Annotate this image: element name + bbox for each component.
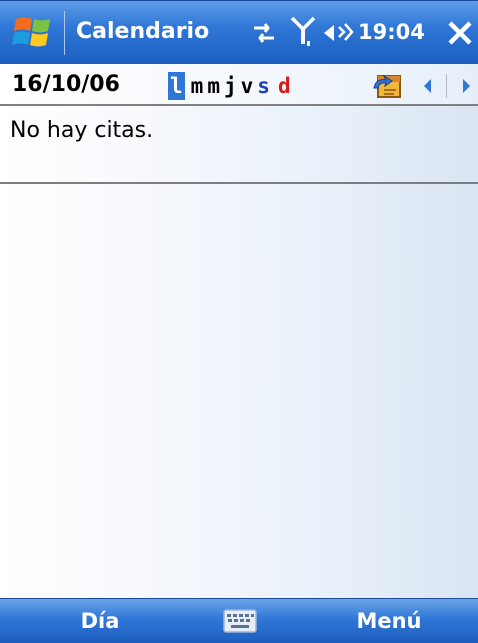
weekday-sunday[interactable]: d	[278, 72, 291, 100]
go-to-today-icon[interactable]	[372, 72, 404, 100]
connectivity-icon[interactable]	[250, 19, 278, 47]
windows-flag-icon[interactable]	[10, 13, 58, 53]
header-separator	[446, 74, 447, 98]
softkey-bar: Día Menú	[0, 598, 478, 643]
right-arrow-icon	[463, 79, 470, 93]
title-bar: Calendario 19:04	[0, 0, 478, 64]
no-appointments-message: No hay citas.	[10, 118, 154, 143]
menu-softkey[interactable]: Menú	[300, 599, 478, 643]
clock[interactable]: 19:04	[358, 17, 425, 47]
weekday-monday[interactable]: l	[168, 72, 185, 100]
speaker-icon[interactable]	[322, 19, 354, 47]
appointments-area[interactable]: No hay citas.	[0, 106, 478, 598]
weekday-wednesday[interactable]: m	[207, 72, 220, 100]
weekday-friday[interactable]: v	[241, 72, 254, 100]
left-arrow-icon	[424, 79, 431, 93]
current-date[interactable]: 16/10/06	[12, 70, 120, 100]
signal-icon[interactable]	[290, 15, 316, 49]
weekday-tuesday[interactable]: m	[191, 72, 204, 100]
keyboard-icon[interactable]	[223, 607, 257, 635]
content-separator	[0, 182, 478, 184]
weekday-selector: l m m j v s d	[168, 72, 295, 100]
previous-week-button[interactable]	[418, 74, 438, 98]
app-title: Calendario	[76, 19, 210, 44]
close-button[interactable]	[446, 17, 474, 49]
next-week-button[interactable]	[456, 74, 476, 98]
close-icon	[448, 21, 472, 45]
title-separator	[64, 11, 65, 55]
calendar-header: 16/10/06 l m m j v s d	[0, 64, 478, 106]
weekday-thursday[interactable]: j	[224, 72, 237, 100]
day-view-softkey[interactable]: Día	[0, 599, 200, 643]
weekday-saturday[interactable]: s	[257, 72, 270, 100]
